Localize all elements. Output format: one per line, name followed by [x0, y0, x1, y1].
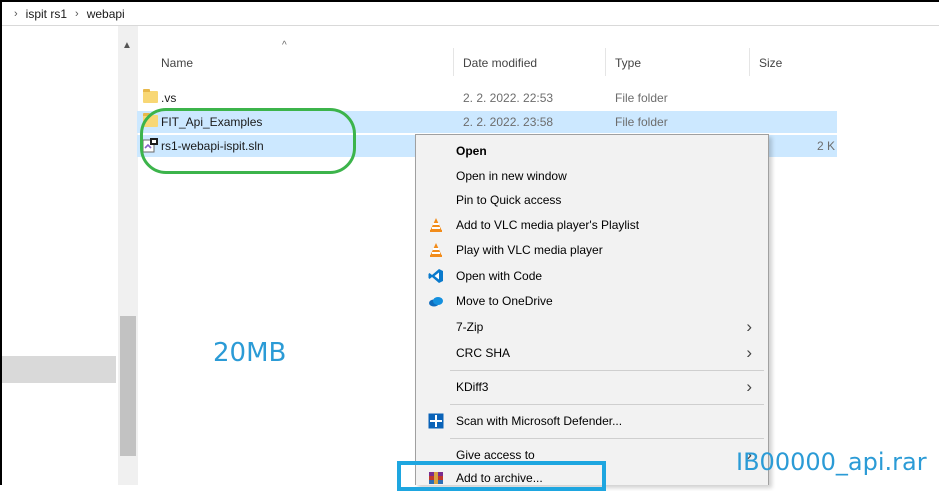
file-date: 2. 2. 2022. 23:58: [463, 115, 554, 129]
breadcrumb-item-ispit-rs1[interactable]: ispit rs1: [24, 7, 69, 21]
menu-item-scan-defender[interactable]: Scan with Microsoft Defender...: [416, 409, 768, 434]
menu-item-vlc-playlist[interactable]: Add to VLC media player's Playlist: [416, 213, 768, 238]
menu-item-7zip[interactable]: 7-Zip ›: [416, 315, 768, 340]
menu-item-open-with-code[interactable]: Open with Code: [416, 264, 768, 289]
folder-icon: [143, 89, 158, 103]
breadcrumb-item-webapi[interactable]: webapi: [85, 7, 127, 21]
menu-item-label: Pin to Quick access: [456, 193, 562, 207]
menu-item-label: Scan with Microsoft Defender...: [456, 414, 623, 428]
vscode-icon: [428, 269, 443, 283]
scrollbar-thumb[interactable]: [120, 316, 136, 456]
menu-separator: [450, 404, 764, 405]
size-annotation: 20MB: [213, 338, 287, 368]
vlc-icon: [430, 218, 442, 232]
column-size[interactable]: Size: [759, 56, 782, 70]
menu-item-kdiff3[interactable]: KDiff3 ›: [416, 375, 768, 400]
defender-icon: [428, 413, 444, 429]
scroll-up-icon[interactable]: ▲: [122, 40, 132, 51]
menu-item-crc-sha[interactable]: CRC SHA ›: [416, 341, 768, 366]
context-menu: Open Open in new window Pin to Quick acc…: [415, 134, 769, 485]
menu-item-label: Add to VLC media player's Playlist: [456, 218, 640, 232]
chevron-right-icon: ›: [746, 343, 752, 362]
file-name: .vs: [161, 91, 177, 105]
menu-item-vlc-play[interactable]: Play with VLC media player: [416, 238, 768, 263]
breadcrumb[interactable]: › ispit rs1 › webapi: [2, 2, 939, 26]
column-divider[interactable]: [605, 48, 606, 76]
file-type: File folder: [615, 91, 668, 105]
highlight-box-annotation: [397, 461, 606, 491]
menu-item-label: CRC SHA: [456, 346, 511, 360]
chevron-right-icon: ›: [746, 377, 752, 396]
file-type: File folder: [615, 115, 668, 129]
menu-item-open[interactable]: Open: [416, 139, 768, 164]
menu-item-label: Give access to: [456, 448, 535, 462]
file-size: 2 K: [817, 139, 836, 153]
menu-item-open-new-window[interactable]: Open in new window: [416, 164, 768, 189]
chevron-right-icon: ›: [746, 317, 752, 336]
column-type[interactable]: Type: [615, 56, 641, 70]
sort-ascending-icon: ^: [282, 40, 287, 51]
column-header-bar: ^ Name Date modified Type Size: [137, 26, 837, 76]
column-date-modified[interactable]: Date modified: [463, 56, 537, 70]
menu-item-label: Open: [456, 144, 487, 158]
column-divider[interactable]: [749, 48, 750, 76]
navigation-pane: ▲: [2, 26, 138, 485]
chevron-right-icon: ›: [14, 7, 18, 20]
menu-item-label: Move to OneDrive: [456, 294, 553, 308]
menu-item-label: KDiff3: [456, 380, 489, 394]
file-date: 2. 2. 2022. 22:53: [463, 91, 554, 105]
file-row[interactable]: .vs 2. 2. 2022. 22:53 File folder: [137, 87, 837, 109]
menu-item-label: Open in new window: [456, 169, 567, 183]
menu-separator: [450, 438, 764, 439]
onedrive-icon: [429, 297, 443, 307]
highlight-ring-annotation: [140, 108, 356, 174]
menu-item-move-to-onedrive[interactable]: Move to OneDrive: [416, 289, 768, 314]
nav-selected-item[interactable]: [2, 356, 116, 383]
nav-scrollbar[interactable]: ▲: [118, 26, 138, 485]
menu-item-label: Play with VLC media player: [456, 243, 603, 257]
menu-item-label: Open with Code: [456, 269, 543, 283]
vlc-icon: [430, 243, 442, 257]
column-divider[interactable]: [453, 48, 454, 76]
menu-separator: [450, 370, 764, 371]
menu-item-label: 7-Zip: [456, 320, 484, 334]
archive-name-annotation: IB00000_api.rar: [736, 448, 927, 476]
column-name[interactable]: Name: [161, 56, 193, 70]
menu-item-pin-quick-access[interactable]: Pin to Quick access: [416, 188, 768, 213]
chevron-right-icon: ›: [75, 7, 79, 20]
